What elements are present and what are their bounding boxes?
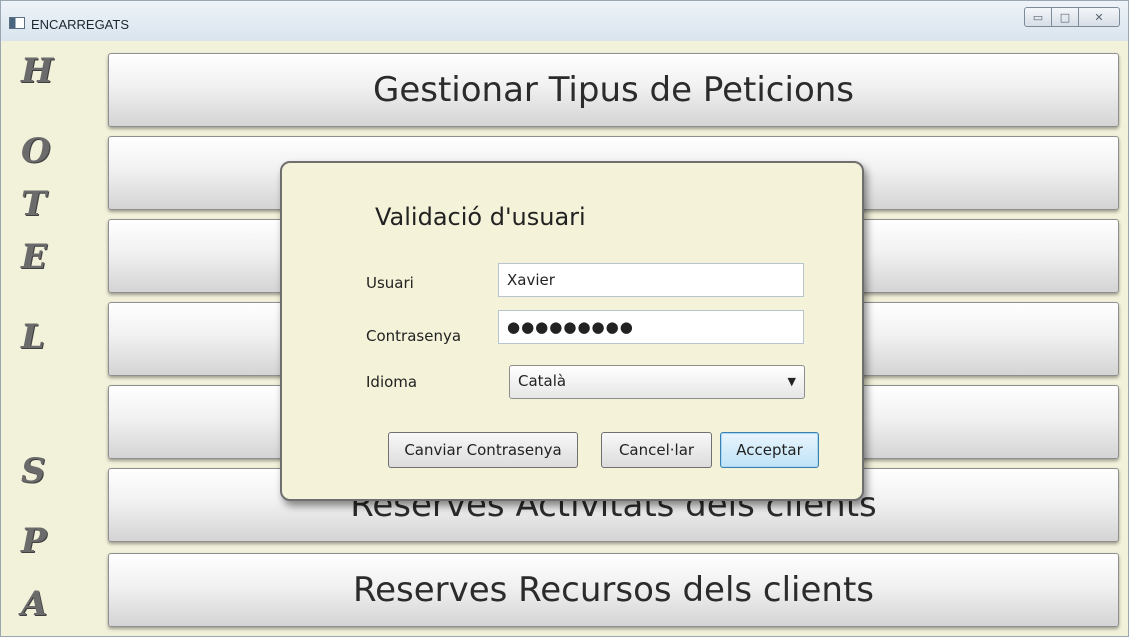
password-input[interactable]: ●●●●●●●●● (498, 310, 804, 344)
language-select[interactable]: Català ▼ (509, 365, 805, 399)
side-letter-t: T (21, 184, 47, 224)
accept-button[interactable]: Acceptar (720, 432, 819, 468)
close-icon[interactable]: ✕ (1078, 7, 1120, 27)
side-letter-o: O (21, 131, 51, 171)
language-select-value: Català (518, 372, 567, 390)
user-label: Usuari (366, 274, 414, 292)
menu-button-gestionar-tipus-peticions[interactable]: Gestionar Tipus de Peticions (108, 53, 1119, 127)
chevron-down-icon: ▼ (787, 375, 796, 388)
cancel-button[interactable]: Cancel·lar (601, 432, 712, 468)
side-letter-p: P (21, 521, 47, 561)
side-letter-e: E (21, 237, 47, 277)
change-password-button[interactable]: Canviar Contrasenya (388, 432, 578, 468)
login-dialog: Validació d'usuari Usuari Xavier Contras… (280, 161, 864, 501)
side-letter-h: H (21, 51, 54, 91)
maximize-icon[interactable]: □ (1051, 7, 1079, 27)
minimize-icon[interactable]: ▭ (1024, 7, 1052, 27)
dialog-title: Validació d'usuari (375, 203, 586, 231)
side-letter-s: S (21, 451, 46, 491)
window-controls: ▭ □ ✕ (1024, 7, 1120, 27)
language-label: Idioma (366, 373, 418, 391)
user-input[interactable]: Xavier (498, 263, 804, 297)
side-letter-l: L (21, 317, 45, 357)
title-bar[interactable]: ENCARREGATS ▭ □ ✕ (1, 1, 1128, 41)
side-letter-a: A (21, 584, 48, 624)
password-label: Contrasenya (366, 327, 462, 345)
menu-button-reserves-recursos[interactable]: Reserves Recursos dels clients (108, 553, 1119, 627)
main-window: ENCARREGATS ▭ □ ✕ H O T E L S P A Gestio… (0, 0, 1129, 637)
app-window-icon (9, 17, 25, 29)
window-title: ENCARREGATS (31, 17, 129, 32)
